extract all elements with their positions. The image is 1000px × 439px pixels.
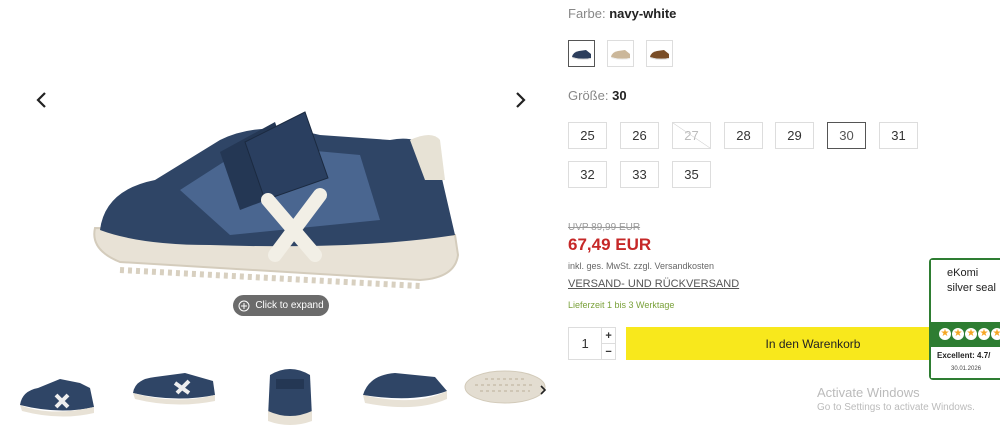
quantity-stepper: 1 + − (568, 327, 616, 360)
shipping-returns-link[interactable]: VERSAND- UND RÜCKVERSAND (568, 278, 739, 290)
ekomi-seal-image: eKomi silver seal (931, 260, 1000, 322)
click-to-expand-button[interactable]: Click to expand (233, 295, 329, 316)
color-swatches (568, 40, 673, 67)
color-label: Farbe: (568, 6, 606, 21)
thumbnail-top-side-view[interactable] (355, 355, 455, 430)
thumbnail-side-view[interactable] (10, 355, 110, 430)
quantity-buttons: + − (601, 328, 615, 359)
thumbnail-next-icon[interactable] (535, 382, 551, 398)
thumbnail-back-view[interactable] (240, 355, 340, 430)
color-label-line: Farbe: navy-white (568, 6, 676, 21)
size-option-35[interactable]: 35 (672, 161, 711, 188)
activate-windows-watermark: Activate Windows Go to Settings to activ… (817, 385, 975, 413)
activate-windows-subtitle: Go to Settings to activate Windows. (817, 402, 975, 413)
gallery-next-arrow-icon[interactable] (508, 88, 532, 112)
swatch-brown[interactable] (646, 40, 673, 67)
size-label: Größe: (568, 88, 609, 103)
activate-windows-title: Activate Windows (817, 385, 920, 400)
swatch-navy-white[interactable] (568, 40, 595, 67)
quantity-input[interactable]: 1 (569, 328, 601, 359)
ekomi-seal[interactable]: eKomi silver seal CUSTOMER RATING Excell… (929, 258, 1000, 380)
size-option-29[interactable]: 29 (775, 122, 814, 149)
size-option-30[interactable]: 30 (827, 122, 866, 149)
size-option-33[interactable]: 33 (620, 161, 659, 188)
product-gallery: Click to expand (0, 0, 560, 439)
quantity-increase-button[interactable]: + (602, 328, 615, 343)
ekomi-rating-title: CUSTOMER RATING (939, 318, 998, 324)
add-to-cart-label: In den Warenkorb (765, 336, 861, 351)
sale-price: 67,49 EUR (568, 235, 652, 254)
thumbnail-strip (10, 355, 555, 430)
ekomi-score: Excellent: 4.7/ (937, 351, 991, 360)
uvp-price: UVP 89,99 EUR (568, 222, 641, 233)
gallery-prev-arrow-icon[interactable] (30, 88, 54, 112)
size-value: 30 (612, 88, 627, 103)
size-option-27[interactable]: 27 (672, 122, 711, 149)
ekomi-score-box: Excellent: 4.7/ 30.01.2026 (931, 347, 1000, 378)
swatch-beige[interactable] (607, 40, 634, 67)
main-product-image[interactable] (60, 40, 500, 310)
quantity-decrease-button[interactable]: − (602, 343, 615, 359)
ekomi-stars-icon (939, 328, 1000, 340)
expand-plus-icon (238, 300, 250, 312)
color-value: navy-white (609, 6, 677, 21)
delivery-time: Lieferzeit 1 bis 3 Werktage (568, 300, 675, 310)
size-option-32[interactable]: 32 (568, 161, 607, 188)
ekomi-date: 30.01.2026 (951, 366, 982, 372)
size-label-line: Größe: 30 (568, 88, 627, 103)
vat-note: inkl. ges. MwSt. zzgl. Versandkosten (568, 261, 715, 271)
thumbnail-angle-view[interactable] (125, 355, 225, 430)
size-option-28[interactable]: 28 (724, 122, 763, 149)
size-option-25[interactable]: 25 (568, 122, 607, 149)
size-option-26[interactable]: 26 (620, 122, 659, 149)
expand-label: Click to expand (255, 300, 324, 311)
size-option-31[interactable]: 31 (879, 122, 918, 149)
